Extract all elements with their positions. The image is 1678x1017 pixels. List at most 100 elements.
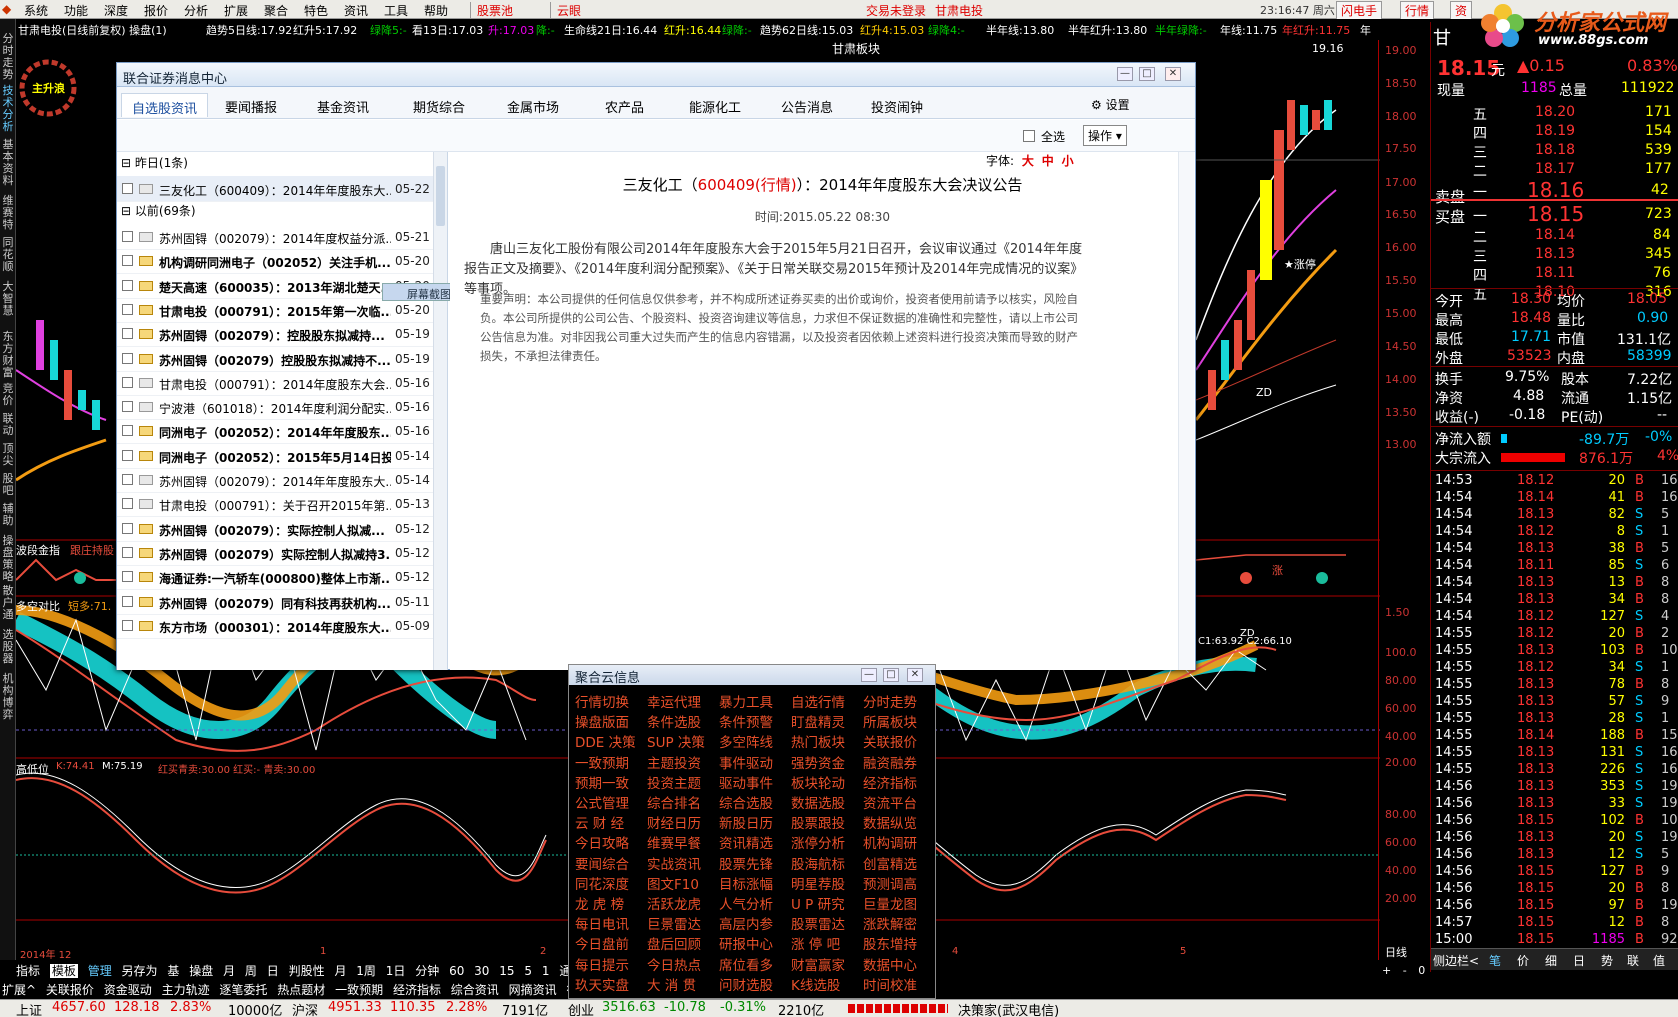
flash-trade-button[interactable]: 闪电手 bbox=[1336, 1, 1383, 20]
tb-week[interactable]: 周 bbox=[245, 964, 257, 978]
cloud-item[interactable]: 预测调高 bbox=[863, 873, 917, 893]
tab-metals[interactable]: 金属市场 bbox=[497, 93, 569, 117]
cloud-item[interactable]: 创富精选 bbox=[863, 853, 917, 873]
tb-indicator[interactable]: 指标 bbox=[16, 964, 40, 978]
tb-1month[interactable]: 月 bbox=[334, 964, 346, 978]
settings-button[interactable]: ⚙ 设置 bbox=[1091, 96, 1130, 113]
cloud-item[interactable]: 财经日历 bbox=[647, 812, 701, 832]
font-large-button[interactable]: 大 bbox=[1022, 154, 1034, 168]
cloud-item[interactable]: 融资融券 bbox=[863, 752, 917, 772]
ext-capital-drive[interactable]: 资金驱动 bbox=[104, 983, 152, 997]
message-row[interactable]: 同洲电子（002052）：2014年年度股东... 05-16 bbox=[117, 418, 433, 445]
cloud-item[interactable]: 行情切换 bbox=[575, 691, 629, 711]
minimize-icon[interactable]: — bbox=[1117, 67, 1133, 81]
hs-label[interactable]: 沪深 bbox=[292, 1000, 318, 1017]
tb-1day[interactable]: 1日 bbox=[386, 964, 406, 978]
cloud-item[interactable]: 席位看多 bbox=[719, 954, 773, 974]
cloud-item[interactable]: 综合排名 bbox=[647, 792, 701, 812]
maximize-icon[interactable]: □ bbox=[883, 668, 899, 682]
tab-energy[interactable]: 能源化工 bbox=[679, 93, 751, 117]
cloud-item[interactable]: 活跃龙虎 bbox=[647, 893, 701, 913]
cloud-item[interactable]: 今日盘前 bbox=[575, 933, 629, 953]
zoom-in-button[interactable]: + bbox=[1382, 964, 1391, 977]
cloud-item[interactable]: 关联报价 bbox=[863, 731, 917, 751]
cloud-item[interactable]: 投资主题 bbox=[647, 772, 701, 792]
ext-economic[interactable]: 经济指标 bbox=[393, 983, 441, 997]
cloud-item[interactable]: 主题投资 bbox=[647, 752, 701, 772]
tb-1week[interactable]: 1周 bbox=[356, 964, 376, 978]
select-all-checkbox[interactable] bbox=[1023, 130, 1035, 142]
cloud-item[interactable]: 驱动事件 bbox=[719, 772, 773, 792]
row-checkbox[interactable] bbox=[122, 328, 133, 340]
quote-button[interactable]: 行情 bbox=[1400, 1, 1435, 20]
article-scrollbar[interactable] bbox=[1178, 152, 1194, 670]
tab-detail[interactable]: 细 bbox=[1545, 952, 1557, 969]
message-row[interactable]: 三友化工（600409）：2014年年度股东大... 05-22 bbox=[117, 176, 433, 202]
ext-order-by-order[interactable]: 逐笔委托 bbox=[219, 983, 267, 997]
tb-template[interactable]: 模板 bbox=[49, 964, 78, 978]
row-checkbox[interactable] bbox=[122, 425, 133, 437]
row-checkbox[interactable] bbox=[122, 279, 133, 291]
tab-linked[interactable]: 联 bbox=[1627, 952, 1639, 969]
cloud-item[interactable]: 涨停分析 bbox=[791, 832, 845, 852]
menu-extension[interactable]: 扩展 bbox=[224, 2, 248, 19]
menu-help[interactable]: 帮助 bbox=[424, 2, 448, 19]
cloud-item[interactable]: K线选股 bbox=[791, 974, 840, 994]
cloud-item[interactable]: 操盘版面 bbox=[575, 711, 629, 731]
cloud-item[interactable]: 热门板块 bbox=[791, 731, 845, 751]
cloud-item[interactable]: 巨景雷达 bbox=[647, 913, 701, 933]
menu-function[interactable]: 功能 bbox=[64, 2, 88, 19]
cloud-item[interactable]: 研报中心 bbox=[719, 933, 773, 953]
cloud-item[interactable]: 云 财 经 bbox=[575, 812, 624, 832]
cloud-item[interactable]: 时间校准 bbox=[863, 974, 917, 994]
cloud-item[interactable]: 今日攻略 bbox=[575, 832, 629, 852]
operation-dropdown[interactable]: 操作 ▾ bbox=[1083, 125, 1127, 146]
cloud-item[interactable]: 目标涨幅 bbox=[719, 873, 773, 893]
cloud-item[interactable]: 公式管理 bbox=[575, 792, 629, 812]
row-checkbox[interactable] bbox=[122, 619, 133, 631]
row-checkbox[interactable] bbox=[122, 474, 133, 485]
tb-5[interactable]: 5 bbox=[524, 964, 532, 978]
side-tab-strategy[interactable]: 操盘策略 bbox=[1, 535, 15, 583]
ext-toggle[interactable]: 扩展^ bbox=[2, 983, 36, 997]
cloud-item[interactable]: 资流平台 bbox=[863, 792, 917, 812]
cloud-item[interactable]: 今日热点 bbox=[647, 954, 701, 974]
side-tab-forum[interactable]: 股吧 bbox=[1, 473, 15, 497]
cloud-item[interactable]: 一致预期 bbox=[575, 752, 629, 772]
tab-headlines[interactable]: 要闻播报 bbox=[215, 93, 287, 117]
tab-price[interactable]: 价 bbox=[1517, 952, 1529, 969]
cloud-item[interactable]: 自选行情 bbox=[791, 691, 845, 711]
cloud-item[interactable]: SUP 决策 bbox=[647, 731, 705, 751]
menu-tools[interactable]: 工具 bbox=[384, 2, 408, 19]
cloud-item[interactable]: 图文F10 bbox=[647, 873, 699, 893]
maximize-icon[interactable]: □ bbox=[1139, 67, 1155, 81]
row-checkbox[interactable] bbox=[122, 352, 133, 364]
tb-60[interactable]: 60 bbox=[449, 964, 464, 978]
tab-agri[interactable]: 农产品 bbox=[595, 93, 654, 117]
side-tab-ths[interactable]: 同花顺 bbox=[1, 237, 15, 273]
zoom-reset-button[interactable]: 0 bbox=[1418, 964, 1425, 977]
message-row[interactable]: 同洲电子（002052）：2015年5月14日投... 05-14 bbox=[117, 443, 433, 469]
cloud-item[interactable]: 问财选股 bbox=[719, 974, 773, 994]
cloud-item[interactable]: 巨量龙图 bbox=[863, 893, 917, 913]
tb-stock-nature[interactable]: 判股性 bbox=[289, 964, 325, 978]
tb-30[interactable]: 30 bbox=[474, 964, 489, 978]
cloud-item[interactable]: DDE 决策 bbox=[575, 731, 636, 751]
cloud-item[interactable]: 机构调研 bbox=[863, 832, 917, 852]
ext-consensus[interactable]: 一致预期 bbox=[335, 983, 383, 997]
cloud-item[interactable]: 明星荐股 bbox=[791, 873, 845, 893]
tb-month[interactable]: 月 bbox=[223, 964, 235, 978]
side-tab-auction[interactable]: 竞价 bbox=[1, 383, 15, 407]
cloud-item[interactable]: 板块轮动 bbox=[791, 772, 845, 792]
group-yesterday[interactable]: ⊟ 昨日(1条) bbox=[117, 154, 188, 171]
cloud-item[interactable]: 同花深度 bbox=[575, 873, 629, 893]
tb-1[interactable]: 1 bbox=[542, 964, 550, 978]
cloud-item[interactable]: 经济指标 bbox=[863, 772, 917, 792]
cloud-item[interactable]: 数据选股 bbox=[791, 792, 845, 812]
menu-aggregate[interactable]: 聚合 bbox=[264, 2, 288, 19]
cy-label[interactable]: 创业 bbox=[568, 1000, 594, 1017]
tab-sidebar-toggle[interactable]: 侧边栏< bbox=[1433, 952, 1479, 969]
message-row[interactable]: 甘肃电投（000791）：关于召开2015年第... 05-13 bbox=[117, 491, 433, 518]
cloud-item[interactable]: 高层内参 bbox=[719, 913, 773, 933]
cloud-item[interactable]: 人气分析 bbox=[719, 893, 773, 913]
